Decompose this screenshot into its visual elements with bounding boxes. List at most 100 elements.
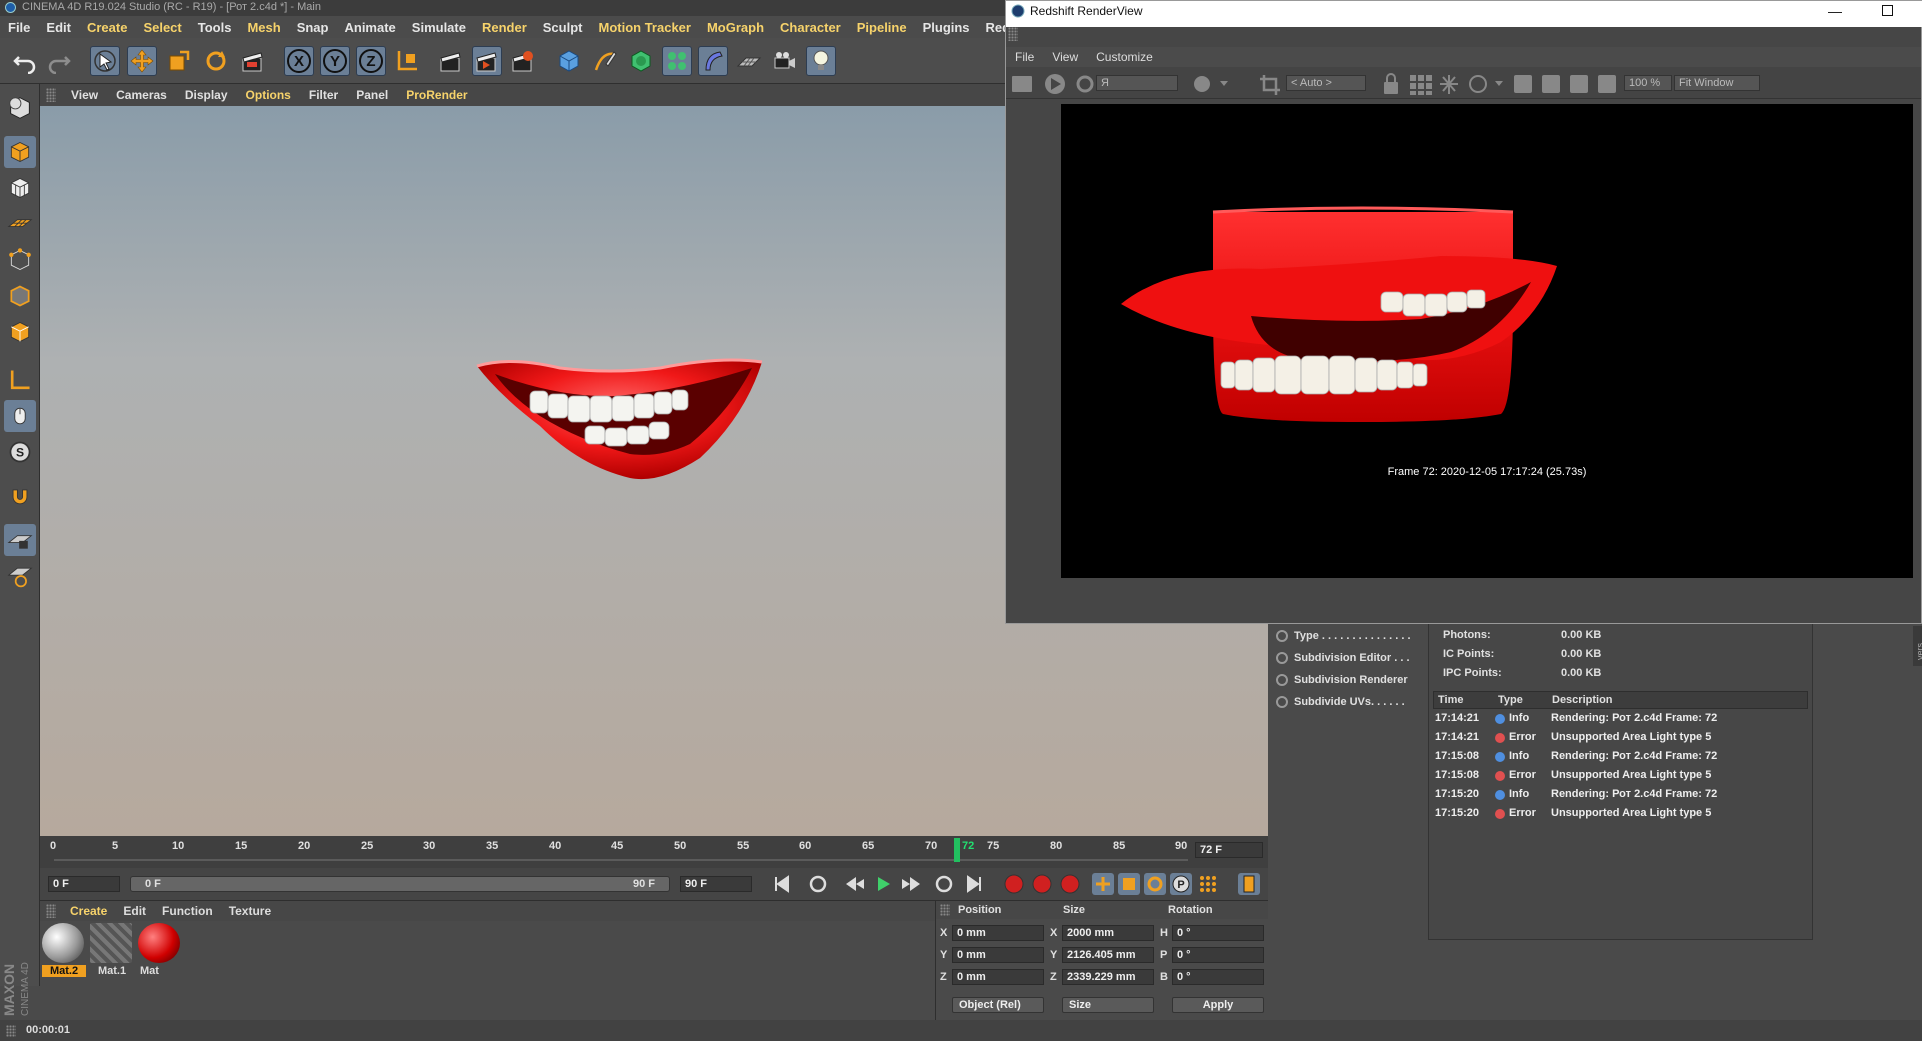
points-mode-icon[interactable] — [4, 244, 36, 276]
size-z-field[interactable]: 2339.229 mm — [1062, 969, 1154, 985]
cloner-icon[interactable] — [662, 46, 692, 76]
make-editable-icon[interactable] — [4, 92, 36, 124]
undo-icon[interactable] — [10, 46, 40, 76]
start-render-icon[interactable] — [1045, 74, 1065, 94]
material-swatch-mat2[interactable]: Mat.2 — [42, 923, 86, 983]
render-view-icon[interactable] — [436, 46, 466, 76]
planar-workplane-icon[interactable] — [4, 560, 36, 592]
apply-button[interactable]: Apply — [1172, 997, 1264, 1013]
position-x-field[interactable]: 0 mm — [952, 925, 1044, 941]
subdivision-surface-icon[interactable] — [626, 46, 656, 76]
material-menu-function[interactable]: Function — [154, 904, 221, 918]
edges-mode-icon[interactable] — [4, 280, 36, 312]
scale-tool-icon[interactable] — [164, 46, 194, 76]
position-y-field[interactable]: 0 mm — [952, 947, 1044, 963]
snapping-icon[interactable]: S — [4, 436, 36, 468]
current-frame-field[interactable]: 72 F — [1195, 842, 1263, 858]
menu-character[interactable]: Character — [772, 20, 849, 35]
renderview-menu-customize[interactable]: Customize — [1087, 50, 1162, 64]
maximize-icon[interactable] — [1882, 5, 1893, 16]
rotation-p-field[interactable]: 0 ° — [1172, 947, 1264, 963]
menu-sculpt[interactable]: Sculpt — [535, 20, 591, 35]
move-tool-icon[interactable] — [127, 46, 157, 76]
radio-icon[interactable] — [1276, 674, 1288, 686]
menu-select[interactable]: Select — [135, 20, 189, 35]
frame-range-slider[interactable]: 0 F 90 F — [130, 876, 670, 892]
panel-grip-icon[interactable] — [940, 904, 950, 916]
vertical-tab[interactable]: vers — [1913, 626, 1922, 666]
viewport-menu-display[interactable]: Display — [176, 88, 237, 102]
log-row[interactable]: 17:15:08 Info Rendering: Рот 2.c4d Frame: … — [1433, 747, 1808, 765]
menu-create[interactable]: Create — [79, 20, 135, 35]
menu-animate[interactable]: Animate — [336, 20, 403, 35]
menu-render[interactable]: Render — [474, 20, 535, 35]
panel-grip-icon[interactable] — [1008, 27, 1018, 41]
coordinate-mode-select[interactable]: Object (Rel) — [952, 997, 1044, 1013]
viewport-menu-panel[interactable]: Panel — [347, 88, 397, 102]
panel-grip-icon[interactable] — [46, 88, 56, 102]
camera-object-icon[interactable] — [770, 46, 800, 76]
renderview-menu-file[interactable]: File — [1006, 50, 1043, 64]
menu-tools[interactable]: Tools — [190, 20, 240, 35]
material-swatch-mat[interactable]: Mat — [138, 923, 182, 983]
clapboard-icon[interactable] — [1012, 76, 1032, 92]
log-row[interactable]: 17:14:21 Error Unsupported Area Light type… — [1433, 728, 1808, 746]
log-header-description[interactable]: Description — [1552, 694, 1613, 706]
workplane-mode-icon[interactable] — [4, 208, 36, 240]
menu-plugins[interactable]: Plugins — [915, 20, 978, 35]
size-x-field[interactable]: 2000 mm — [1062, 925, 1154, 941]
render-to-picture-viewer-icon[interactable] — [472, 46, 502, 76]
start-frame-field[interactable]: 0 F — [48, 876, 120, 892]
zoom-field[interactable]: 100 % — [1624, 75, 1672, 91]
renderview-menu-view[interactable]: View — [1043, 50, 1087, 64]
rotation-b-field[interactable]: 0 ° — [1172, 969, 1264, 985]
menu-mesh[interactable]: Mesh — [239, 20, 288, 35]
end-frame-field[interactable]: 90 F — [680, 876, 752, 892]
log-header-time[interactable]: Time — [1438, 694, 1463, 706]
radio-icon[interactable] — [1276, 652, 1288, 664]
material-menu-edit[interactable]: Edit — [115, 904, 154, 918]
rotation-h-field[interactable]: 0 ° — [1172, 925, 1264, 941]
copy-image-icon[interactable] — [1596, 74, 1618, 94]
panel-grip-icon[interactable] — [46, 904, 56, 918]
menu-pipeline[interactable]: Pipeline — [849, 20, 915, 35]
light-object-icon[interactable] — [806, 46, 836, 76]
menu-mograph[interactable]: MoGraph — [699, 20, 772, 35]
menu-snap[interactable]: Snap — [289, 20, 337, 35]
floor-object-icon[interactable] — [734, 46, 764, 76]
viewport-menu-view[interactable]: View — [62, 88, 107, 102]
menu-motion-tracker[interactable]: Motion Tracker — [591, 20, 699, 35]
fit-mode-select[interactable]: Fit Window — [1674, 75, 1760, 91]
radio-icon[interactable] — [1276, 630, 1288, 642]
live-selection-icon[interactable] — [90, 46, 120, 76]
log-row[interactable]: 17:15:20 Error Unsupported Area Light type… — [1433, 804, 1808, 822]
y-axis-lock-icon[interactable]: Y — [320, 46, 350, 76]
coordinate-system-icon[interactable] — [392, 46, 422, 76]
viewport-menu-options[interactable]: Options — [237, 88, 300, 102]
timeline-ruler[interactable]: 0 5 10 15 20 25 30 35 40 45 50 55 60 65 … — [40, 836, 1268, 868]
size-y-field[interactable]: 2126.405 mm — [1062, 947, 1154, 963]
viewport-menu-prorender[interactable]: ProRender — [397, 88, 476, 102]
tweak-mode-icon[interactable] — [4, 400, 36, 432]
rotate-tool-icon[interactable] — [201, 46, 231, 76]
camera-select[interactable]: < Auto > — [1286, 75, 1366, 91]
playhead[interactable] — [954, 838, 960, 862]
aov-select[interactable]: Я — [1096, 75, 1178, 91]
rendered-image[interactable]: Frame 72: 2020-12-05 17:17:24 (25.73s) — [1061, 104, 1913, 578]
log-header-type[interactable]: Type — [1498, 694, 1523, 706]
size-mode-select[interactable]: Size — [1062, 997, 1154, 1013]
exposure-circle-icon[interactable] — [1468, 74, 1488, 94]
menu-file[interactable]: File — [0, 20, 38, 35]
polygons-mode-icon[interactable] — [4, 316, 36, 348]
lock-workplane-icon[interactable] — [4, 524, 36, 556]
magnet-icon[interactable] — [4, 480, 36, 512]
texture-mode-icon[interactable] — [4, 172, 36, 204]
minimize-icon[interactable]: — — [1827, 1, 1843, 21]
material-menu-create[interactable]: Create — [62, 904, 115, 918]
pen-spline-icon[interactable] — [590, 46, 620, 76]
radio-icon[interactable] — [1276, 696, 1288, 708]
log-row[interactable]: 17:14:21 Info Rendering: Рот 2.c4d Frame: … — [1433, 709, 1808, 727]
panel-grip-icon[interactable] — [6, 1025, 16, 1037]
deformer-bend-icon[interactable] — [698, 46, 728, 76]
axis-mode-icon[interactable] — [4, 364, 36, 396]
